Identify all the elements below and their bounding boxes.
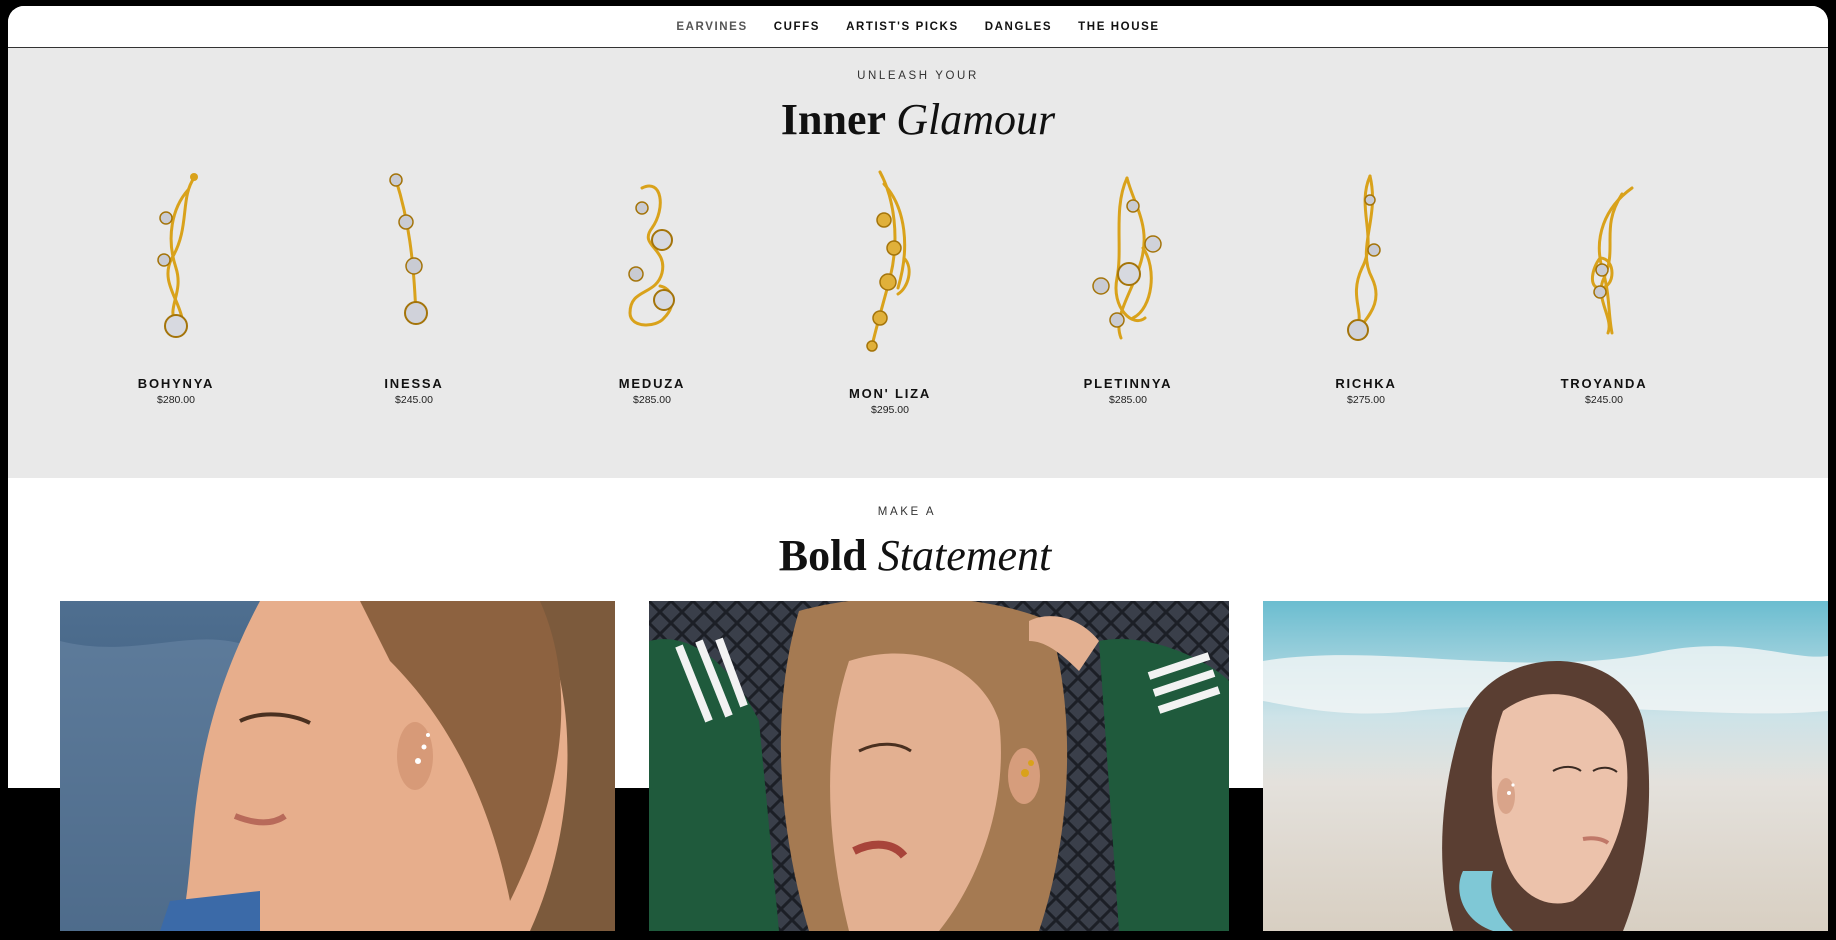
product-price: $295.00 [871,404,909,416]
earvine-image [1347,174,1381,341]
product-price: $285.00 [633,394,671,406]
product-card[interactable]: BOHYNYA $280.00 [76,168,276,406]
product-card[interactable]: TROYANDA $245.00 [1504,168,1704,406]
earvine-image [866,170,911,352]
section-eyebrow: UNLEASH YOUR [857,70,979,82]
product-name: PLETINNYA [1083,376,1173,391]
product-price: $280.00 [157,394,195,406]
nav-earvines[interactable]: EARVINES [676,21,747,33]
nav-cuffs[interactable]: CUFFS [774,21,820,33]
nav-the-house[interactable]: THE HOUSE [1078,21,1160,33]
lifestyle-photo-2[interactable] [649,601,1229,931]
product-name: BOHYNYA [137,376,215,391]
heading-bold: Bold [778,531,867,580]
earvine-image [1092,176,1162,340]
section-heading: Inner Glamour [8,98,1828,142]
earvine-image [157,173,198,338]
product-price: $285.00 [1109,394,1147,406]
model-photo-image [1263,601,1828,931]
heading-bold: Inner [780,95,886,144]
lifestyle-photo-1[interactable] [60,601,615,931]
product-price: $245.00 [1585,394,1623,406]
product-name: MON' LIZA [848,386,932,401]
product-name: MEDUZA [618,376,686,391]
model-photo-image [60,601,615,931]
product-name: TROYANDA [1560,376,1648,391]
nav-dangles[interactable]: DANGLES [985,21,1052,33]
product-card[interactable]: MEDUZA $285.00 [552,168,752,406]
product-card[interactable]: MON' LIZA $295.00 [790,168,990,416]
section-heading: Bold Statement [8,534,1828,578]
section-eyebrow: MAKE A [877,506,937,518]
model-photo-image [649,601,1229,931]
product-price: $245.00 [395,394,433,406]
heading-italic: Statement [877,531,1052,580]
product-card[interactable]: RICHKA $275.00 [1266,168,1466,406]
heading-italic: Glamour [896,95,1056,144]
earvine-image [389,173,428,325]
product-price: $275.00 [1347,394,1385,406]
product-card[interactable]: PLETINNYA $285.00 [1028,168,1228,406]
product-grid: BOHYNYA $280.00 INESSA $245.00 MEDUZA $2… [8,168,1828,468]
earvine-image [628,184,675,327]
earvine-image [1591,186,1634,335]
product-name: RICHKA [1335,376,1397,391]
product-name: INESSA [384,376,444,391]
lifestyle-photo-3[interactable] [1263,601,1828,931]
inner-glamour-section: UNLEASH YOUR Inner Glamour BOHYNYA $280.… [8,48,1828,478]
top-navigation: EARVINES CUFFS ARTIST'S PICKS DANGLES TH… [8,6,1828,48]
nav-artists-picks[interactable]: ARTIST'S PICKS [846,21,959,33]
product-card[interactable]: INESSA $245.00 [314,168,514,406]
